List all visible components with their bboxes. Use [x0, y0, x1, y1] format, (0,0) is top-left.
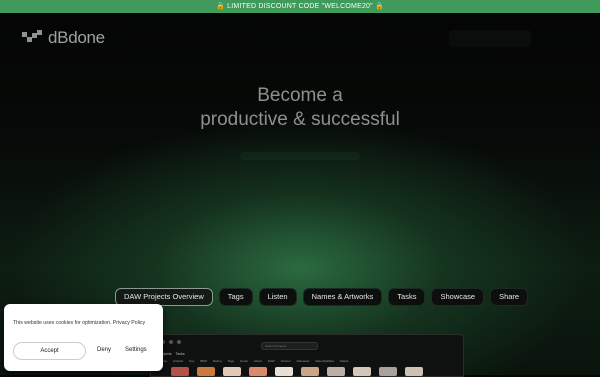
column-header: Tags [227, 359, 234, 363]
column-header: Date Modified [315, 359, 334, 363]
logo[interactable]: dBdone [22, 28, 105, 48]
tab-share[interactable]: Share [490, 288, 529, 306]
app-preview-toolbar: Search Projects [151, 335, 463, 350]
cookie-settings-button[interactable]: Settings [125, 347, 147, 353]
hero-headline-line-1: Become a [257, 85, 343, 106]
feature-tabs: DAW Projects Overview Tags Listen Names … [115, 288, 529, 306]
accept-cookies-button[interactable]: Accept [13, 342, 86, 360]
cookie-message: This website uses cookies for optimizati… [13, 320, 145, 326]
hero-headline-line-2: productive & successful [200, 109, 400, 130]
column-header: Artwork [173, 359, 184, 363]
app-preview-screenshot: Search Projects Projects Tasks Name Artw… [150, 334, 464, 377]
column-header: DAW [267, 359, 275, 363]
brand-name: dBdone [48, 28, 105, 47]
app-preview-tab: Tasks [175, 352, 185, 356]
cookie-consent-dialog: This website uses cookies for optimizati… [4, 304, 163, 371]
column-header: Key [189, 359, 195, 363]
tab-names-artworks[interactable]: Names & Artworks [302, 288, 383, 306]
deny-cookies-button[interactable]: Deny [97, 347, 111, 353]
tab-tasks[interactable]: Tasks [388, 288, 426, 306]
window-dot-icon [169, 340, 173, 344]
hero-headline: Become a productive & successful [0, 84, 600, 132]
column-header: Status [339, 359, 349, 363]
tab-tags[interactable]: Tags [218, 288, 253, 306]
tab-listen[interactable]: Listen [258, 288, 297, 306]
window-dot-icon [177, 340, 181, 344]
app-preview-columns: Name Artwork Key BPM Rating Tags Genre M… [159, 359, 459, 364]
dbdone-logo-icon [22, 30, 42, 42]
tab-showcase[interactable]: Showcase [431, 288, 485, 306]
privacy-policy-link[interactable]: Privacy Policy [113, 320, 145, 326]
promo-banner-text: 🔒 LIMITED DISCOUNT CODE "WELCOME20" 🔒 [216, 3, 384, 10]
column-header: Version [280, 359, 291, 363]
column-header: Mood [254, 359, 262, 363]
column-header: Released [296, 359, 310, 363]
promo-banner: 🔒 LIMITED DISCOUNT CODE "WELCOME20" 🔒 [0, 0, 600, 13]
app-preview-search: Search Projects [261, 342, 318, 350]
column-header: Rating [212, 359, 222, 363]
hero-subtitle-placeholder [240, 152, 360, 160]
nav-cta-button[interactable] [449, 30, 531, 47]
cookie-message-text: This website uses cookies for optimizati… [13, 320, 112, 326]
column-header: BPM [200, 359, 207, 363]
column-header: Genre [239, 359, 249, 363]
